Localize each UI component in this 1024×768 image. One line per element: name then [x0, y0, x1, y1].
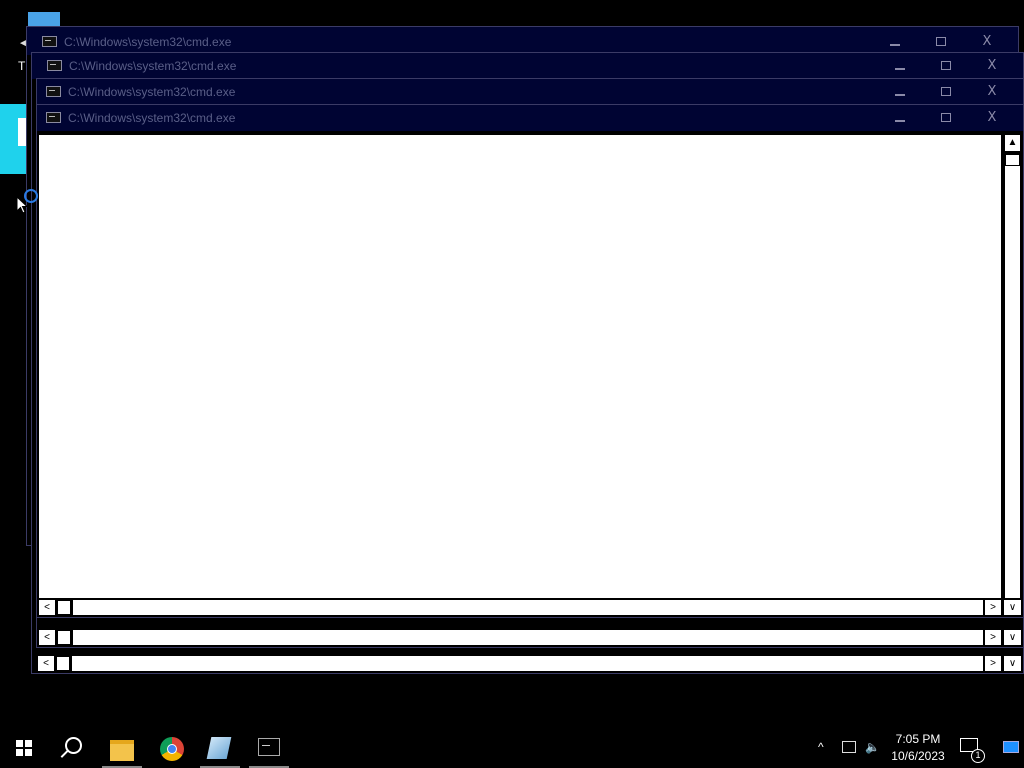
vertical-scrollbar[interactable]: ▲: [1004, 135, 1021, 598]
minimize-button[interactable]: [889, 56, 911, 76]
scroll-thumb[interactable]: [56, 656, 70, 671]
minimize-button[interactable]: [889, 82, 911, 102]
scroll-thumb[interactable]: [1005, 154, 1020, 166]
scroll-right-button[interactable]: >: [985, 600, 1001, 615]
search-icon: [65, 737, 82, 754]
busy-spinner-icon: [24, 189, 38, 203]
cmd-icon: [46, 112, 61, 123]
title-bar[interactable]: C:\Windows\system32\cmd.exe X: [32, 53, 1023, 79]
cmd-icon: [47, 60, 62, 71]
horizontal-scrollbar[interactable]: < >: [39, 600, 1001, 615]
cmd-window-4[interactable]: C:\Windows\system32\cmd.exe X ▲ < > ∨: [36, 104, 1024, 618]
close-button[interactable]: X: [981, 56, 1003, 76]
scroll-track[interactable]: [73, 600, 983, 615]
maximize-button[interactable]: [935, 82, 957, 102]
close-button[interactable]: X: [981, 108, 1003, 128]
cmd-icon: [46, 86, 61, 97]
scroll-thumb[interactable]: [57, 600, 71, 615]
window-title: C:\Windows\system32\cmd.exe: [64, 35, 232, 49]
scroll-thumb[interactable]: [57, 630, 71, 645]
notepad-icon: [206, 737, 232, 759]
terminal-icon: [258, 738, 280, 756]
close-button[interactable]: X: [981, 82, 1003, 102]
minimize-button[interactable]: [889, 108, 911, 128]
scroll-track[interactable]: [73, 630, 983, 645]
cmd-icon: [42, 36, 57, 47]
title-bar[interactable]: C:\Windows\system32\cmd.exe X: [27, 27, 1018, 55]
window-title: C:\Windows\system32\cmd.exe: [68, 111, 236, 125]
window-title: C:\Windows\system32\cmd.exe: [69, 59, 237, 73]
scroll-left-button[interactable]: <: [39, 600, 55, 615]
maximize-button[interactable]: [930, 32, 952, 52]
scroll-down-button[interactable]: ∨: [1004, 600, 1021, 615]
volume-muted-icon[interactable]: 🔈: [865, 740, 880, 754]
taskbar-cmd[interactable]: [245, 728, 293, 768]
show-desktop-button[interactable]: [1003, 741, 1019, 753]
scroll-down-button[interactable]: ∨: [1004, 630, 1021, 645]
network-icon[interactable]: [842, 741, 856, 753]
taskbar-chrome[interactable]: [148, 728, 196, 768]
start-button[interactable]: [0, 728, 48, 768]
scroll-track[interactable]: [72, 656, 983, 671]
folder-icon: [110, 740, 134, 761]
scroll-right-button[interactable]: >: [985, 630, 1001, 645]
title-bar[interactable]: C:\Windows\system32\cmd.exe X: [37, 79, 1023, 105]
clock-date: 10/6/2023: [891, 749, 945, 763]
clock-time: 7:05 PM: [895, 732, 941, 746]
desktop-icon-label: T: [18, 59, 26, 73]
clock[interactable]: 7:05 PM 10/6/2023: [886, 731, 950, 765]
horizontal-scrollbar[interactable]: < >: [39, 630, 1001, 645]
windows-logo-icon: [16, 740, 32, 756]
minimize-button[interactable]: [884, 32, 906, 52]
title-bar[interactable]: C:\Windows\system32\cmd.exe X: [37, 105, 1023, 131]
taskbar-file-explorer[interactable]: [98, 728, 146, 768]
desktop-selected-item[interactable]: [0, 104, 27, 174]
scroll-down-button[interactable]: ∨: [1004, 656, 1021, 671]
show-hidden-icons-button[interactable]: ^: [818, 740, 824, 754]
taskbar-notepad[interactable]: [196, 728, 244, 768]
horizontal-scrollbar[interactable]: < >: [38, 656, 1001, 671]
chrome-icon: [160, 737, 184, 761]
scroll-right-button[interactable]: >: [985, 656, 1001, 671]
maximize-button[interactable]: [935, 56, 957, 76]
maximize-button[interactable]: [935, 108, 957, 128]
console-area[interactable]: [39, 135, 1001, 598]
scroll-up-button[interactable]: ▲: [1005, 135, 1020, 151]
scroll-track[interactable]: [1005, 166, 1020, 598]
close-button[interactable]: X: [976, 32, 998, 52]
notification-count-badge: 1: [971, 749, 985, 763]
scroll-left-button[interactable]: <: [38, 656, 54, 671]
window-title: C:\Windows\system32\cmd.exe: [68, 85, 236, 99]
scroll-left-button[interactable]: <: [39, 630, 55, 645]
search-button[interactable]: [48, 728, 96, 768]
